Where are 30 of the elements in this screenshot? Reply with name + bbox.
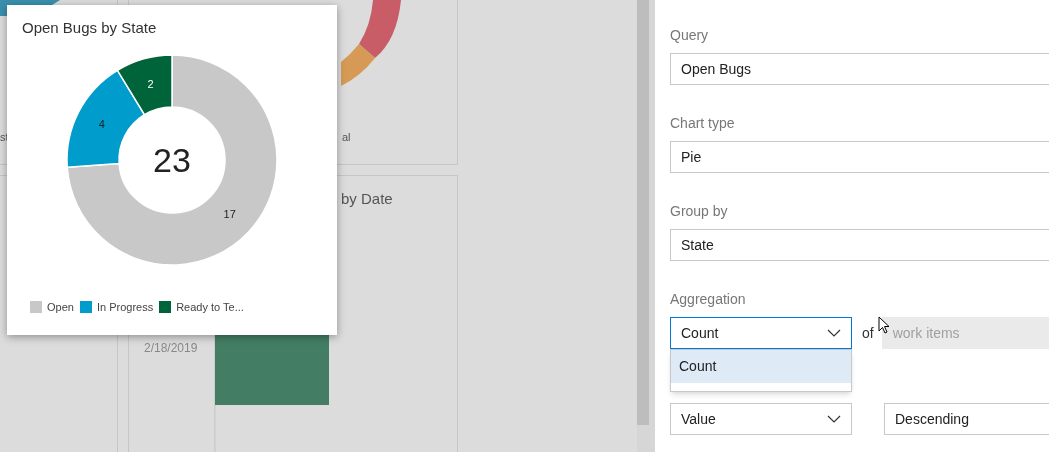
legend-label: In Progress [96, 300, 154, 315]
mouse-cursor-icon [878, 316, 890, 334]
scrollbar-thumb[interactable] [637, 0, 649, 425]
dropdown-select[interactable]: Pie [670, 141, 1049, 173]
of-label: of [862, 323, 874, 343]
legend-swatch [159, 301, 172, 314]
field-label: Group by [670, 202, 729, 220]
total-count: 23 [153, 141, 191, 179]
field-label: Query [670, 26, 710, 44]
legend-swatch [79, 301, 92, 314]
data-label: 17 [223, 207, 236, 220]
dropdown-select[interactable]: Count [670, 317, 852, 349]
card-title: Open Bugs by State [22, 19, 157, 36]
chevron-down-icon [827, 415, 841, 423]
data-label: 4 [98, 117, 105, 130]
dropdown-select[interactable]: Value [670, 403, 852, 435]
tile-title: by Date [341, 189, 393, 209]
field-label: Chart type [670, 114, 736, 132]
dropdown-select[interactable]: Open Bugs [670, 53, 1049, 85]
legend-label: Open [47, 300, 74, 315]
chevron-down-icon [827, 329, 841, 337]
legend-label: al [342, 130, 351, 145]
dropdown-option[interactable]: Count [671, 350, 851, 383]
field-label: Aggregation [670, 290, 747, 308]
axis-label: 2/18/2019 [144, 340, 198, 357]
dropdown-select[interactable]: State [670, 229, 1049, 261]
legend-label: Ready to Te... [176, 300, 244, 315]
legend-swatch [30, 301, 42, 314]
dropdown-select[interactable]: Descending [884, 403, 1049, 435]
data-label: 2 [147, 77, 154, 90]
